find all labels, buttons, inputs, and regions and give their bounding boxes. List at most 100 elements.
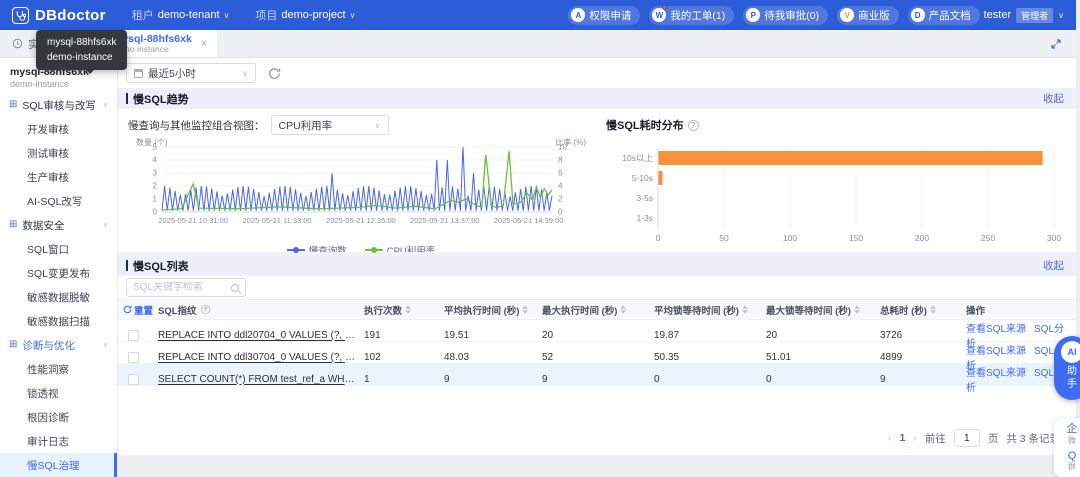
main-content: 最近5小时 ∨ 慢SQL趋势 收起 慢查询与其他监控组合视图：: [118, 58, 1076, 477]
sidebar-item-审计日志[interactable]: 审计日志: [0, 429, 117, 453]
floating-contact-widget[interactable]: 企微 Q群: [1054, 418, 1080, 477]
chevron-up-icon: ∧: [103, 101, 108, 109]
sidebar-item-测试审核[interactable]: 测试审核: [0, 141, 117, 165]
sort-icon[interactable]: [522, 302, 528, 317]
sort-icon[interactable]: [742, 302, 748, 317]
trend-chart-block: 慢查询与其他监控组合视图： CPU利用率 ∨ 0123450246810数量 (…: [126, 112, 596, 252]
close-icon[interactable]: ×: [201, 38, 207, 50]
column-header-2[interactable]: 平均执行时间 (秒): [444, 302, 542, 317]
action-查看SQL来源[interactable]: 查看SQL来源: [966, 324, 1026, 335]
time-range-select[interactable]: 最近5小时 ∨: [126, 63, 256, 83]
sidebar-item-SQL窗口[interactable]: SQL窗口: [0, 237, 117, 261]
trend-panel-body: 慢查询与其他监控组合视图： CPU利用率 ∨ 0123450246810数量 (…: [118, 109, 1076, 252]
table-empty-space: [118, 386, 1076, 429]
table-row: REPLACE INTO ddl20704_0 VALUES (?, ?, ?)…: [118, 320, 1076, 342]
search-icon[interactable]: [231, 284, 239, 292]
sidebar-item-敏感数据扫描[interactable]: 敏感数据扫描: [0, 309, 117, 333]
sidebar-item-开发审核[interactable]: 开发审核: [0, 117, 117, 141]
project-value: demo-project: [281, 9, 345, 21]
topnav-tickets-button[interactable]: W我的工单(1): [649, 6, 734, 25]
sidebar-group-1[interactable]: ⊞数据安全∧: [0, 213, 117, 237]
goto-page-input[interactable]: [954, 429, 980, 447]
contact-item-0[interactable]: 企微: [1067, 423, 1078, 445]
sql-search-box[interactable]: [126, 278, 246, 297]
sql-search-input[interactable]: [133, 282, 227, 293]
duration-distribution-chart: 05010015020025030010s以上5-10s3-5s1-3s: [606, 136, 1076, 259]
row-checkbox[interactable]: [128, 330, 139, 341]
column-header-5[interactable]: 最大锁等待时间 (秒): [766, 302, 880, 317]
cell-value: 9: [880, 374, 966, 385]
time-range-value: 最近5小时: [148, 66, 196, 81]
brand-logo[interactable]: DBdoctor: [12, 7, 106, 24]
row-checkbox[interactable]: [128, 374, 139, 385]
sidebar-item-慢SQL治理[interactable]: 慢SQL治理: [0, 453, 117, 477]
action-查看SQL来源[interactable]: 查看SQL来源: [966, 346, 1026, 357]
project-label: 项目: [255, 7, 277, 23]
refresh-icon[interactable]: [268, 67, 281, 80]
topnav-docs-button[interactable]: D产品文档: [908, 6, 980, 25]
contact-item-1[interactable]: Q群: [1068, 450, 1077, 472]
slow-sql-table: 重置SQL指纹?执行次数平均执行时间 (秒)最大执行时间 (秒)平均锁等待时间 …: [118, 299, 1076, 386]
floating-assistant-widget[interactable]: AI 助手: [1054, 336, 1080, 400]
column-label: 平均锁等待时间 (秒): [654, 303, 739, 317]
svg-text:10s以上: 10s以上: [622, 153, 653, 163]
metric-select[interactable]: CPU利用率 ∨: [271, 115, 389, 135]
current-page[interactable]: 1: [899, 432, 905, 444]
topnav-permission-button[interactable]: A权限申请: [568, 6, 640, 25]
sort-icon[interactable]: [405, 302, 411, 317]
topnav-edition-button[interactable]: V商业版: [837, 6, 899, 25]
sort-icon[interactable]: [620, 302, 626, 317]
tenant-selector[interactable]: 租户 demo-tenant ∨: [132, 7, 230, 23]
duration-dist-block: 慢SQL耗时分布 ? 05010015020025030010s以上5-10s3…: [596, 112, 1076, 252]
svg-text:3: 3: [153, 169, 158, 178]
column-header-6[interactable]: 总耗时 (秒): [880, 302, 966, 317]
slow-sql-trend-chart: 0123450246810数量 (个)比率 (%)2025-05-21 10:3…: [126, 138, 596, 243]
crown-icon: V: [840, 8, 854, 22]
cell-value: 19.87: [654, 330, 766, 341]
column-header-1[interactable]: 执行次数: [364, 302, 444, 317]
trend-collapse-link[interactable]: 收起: [1043, 91, 1064, 106]
chevron-down-icon: ∨: [350, 11, 356, 20]
trend-panel-title: 慢SQL趋势: [133, 91, 189, 107]
reset-sort-button[interactable]: 重置: [118, 303, 158, 317]
topnav-approvals-button[interactable]: P待我审批(0): [743, 6, 828, 25]
sidebar-group-0[interactable]: ⊞SQL审核与改写∧: [0, 93, 117, 117]
sidebar-group-2[interactable]: ⊞诊断与优化∧: [0, 333, 117, 357]
tab-instance-list-label: 实例列表: [28, 36, 72, 52]
doc-icon: D: [911, 8, 925, 22]
sidebar-item-敏感数据脱敏[interactable]: 敏感数据脱敏: [0, 285, 117, 309]
total-records: 共 3 条记录: [1006, 431, 1060, 446]
sql-fingerprint-link[interactable]: SELECT COUNT(*) FROM test_ref_a WHERE a …: [158, 374, 364, 385]
tab-active-instance[interactable]: mysql-88hfs6xk demo-instance ×: [85, 30, 217, 57]
tab-instance-list[interactable]: 实例列表: [0, 30, 85, 57]
sort-icon[interactable]: [930, 302, 936, 317]
prev-page-button[interactable]: ‹: [888, 432, 892, 444]
row-checkbox[interactable]: [128, 352, 139, 363]
sql-fingerprint-link[interactable]: REPLACE INTO ddl30704_0 VALUES (?, ?, ?): [158, 352, 364, 363]
next-page-button[interactable]: ›: [913, 432, 917, 444]
user-name: tester: [984, 9, 1012, 21]
sidebar-item-生产审核[interactable]: 生产审核: [0, 165, 117, 189]
sort-icon[interactable]: [854, 302, 860, 317]
action-查看SQL来源[interactable]: 查看SQL来源: [966, 368, 1026, 379]
sql-fingerprint-link[interactable]: REPLACE INTO ddl20704_0 VALUES (?, ?, ?): [158, 330, 364, 341]
help-icon[interactable]: ?: [200, 305, 209, 314]
column-header-4[interactable]: 平均锁等待时间 (秒): [654, 302, 766, 317]
sidebar-group-label: 诊断与优化: [22, 338, 75, 353]
sidebar-item-根因诊断[interactable]: 根因诊断: [0, 405, 117, 429]
column-label: 执行次数: [364, 303, 402, 317]
sidebar-item-AI-SQL改写[interactable]: AI-SQL改写: [0, 189, 117, 213]
sidebar-item-锁透视[interactable]: 锁透视: [0, 381, 117, 405]
list-collapse-link[interactable]: 收起: [1043, 258, 1064, 273]
list-panel-header: 慢SQL列表 收起: [118, 255, 1076, 276]
sidebar-item-性能洞察[interactable]: 性能洞察: [0, 357, 117, 381]
column-header-3[interactable]: 最大执行时间 (秒): [542, 302, 654, 317]
list-panel-title: 慢SQL列表: [133, 258, 189, 274]
help-icon[interactable]: ?: [688, 120, 699, 131]
project-selector[interactable]: 项目 demo-project ∨: [255, 7, 355, 23]
column-label: 最大执行时间 (秒): [542, 303, 617, 317]
fullscreen-icon[interactable]: [1050, 38, 1062, 50]
sidebar-instance-header[interactable]: mysql-88hfs6xk demo-instance: [0, 63, 117, 93]
user-menu[interactable]: tester 管理者 ∨: [984, 8, 1064, 23]
sidebar-item-SQL变更发布[interactable]: SQL变更发布: [0, 261, 117, 285]
